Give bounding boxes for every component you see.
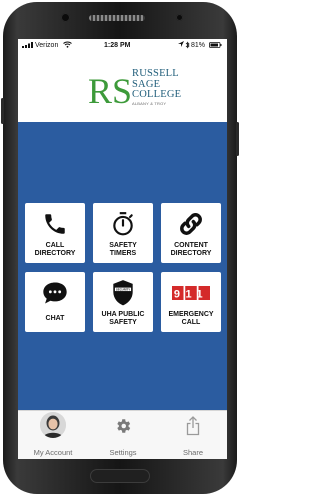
tab-label: My Account (33, 448, 73, 457)
chat-tile[interactable]: CHAT (25, 272, 85, 332)
phone-icon (25, 209, 85, 239)
proximity-sensor (176, 14, 183, 21)
signal-icon (22, 42, 34, 50)
stopwatch-icon (93, 209, 153, 239)
call-directory-tile[interactable]: CALL DIRECTORY (25, 203, 85, 263)
home-button[interactable] (90, 469, 150, 483)
bluetooth-icon (185, 41, 190, 51)
gear-icon (114, 417, 132, 440)
chat-bubble-icon (25, 278, 85, 308)
power-button (236, 122, 239, 156)
app-screen: Verizon 1:28 PM 81% RS RUSSELL SAGE COLL… (18, 39, 227, 459)
logo-monogram: RS (88, 71, 130, 107)
tile-label: CALL DIRECTORY (34, 242, 76, 257)
tab-settings[interactable]: Settings (88, 411, 158, 459)
main-panel: CALL DIRECTORY SAFETY TIMERS CONTENT DIRECT… (18, 122, 227, 410)
svg-text:911: 911 (174, 288, 208, 300)
content-directory-tile[interactable]: CONTENT DIRECTORY (161, 203, 221, 263)
tile-label: SAFETY TIMERS (109, 242, 137, 257)
clock: 1:28 PM (104, 42, 131, 49)
tab-bar: My Account Settings Share (18, 410, 227, 459)
college-logo: RS RUSSELL SAGE COLLEGE ALBANY & TROY (88, 67, 182, 111)
logo-tagline: ALBANY & TROY (132, 101, 167, 106)
phone-frame: Verizon 1:28 PM 81% RS RUSSELL SAGE COLL… (1, 2, 239, 494)
uha-public-safety-tile[interactable]: SECURITY UHA PUBLIC SAFETY (93, 272, 153, 332)
tile-label: CONTENT DIRECTORY (170, 242, 212, 257)
share-icon (186, 416, 200, 441)
911-icon: 911 (161, 278, 221, 308)
logo-wordmark: RUSSELL SAGE COLLEGE (132, 68, 182, 101)
location-icon (178, 41, 184, 50)
tab-label: Share (182, 448, 203, 457)
link-icon (161, 209, 221, 239)
safety-timers-tile[interactable]: SAFETY TIMERS (93, 203, 153, 263)
battery-percent: 81% (191, 42, 206, 49)
tile-label: UHA PUBLIC SAFETY (101, 311, 145, 326)
status-bar: Verizon 1:28 PM 81% (18, 39, 227, 53)
tab-share[interactable]: Share (158, 411, 227, 459)
battery-icon (209, 42, 222, 50)
avatar (40, 412, 66, 438)
wifi-icon (63, 41, 72, 50)
volume-button (1, 98, 4, 124)
logo-line-3: COLLEGE (132, 89, 182, 100)
front-camera (61, 13, 70, 22)
tab-label: Settings (109, 448, 137, 457)
rs-monogram: RS (88, 71, 130, 107)
emergency-call-tile[interactable]: 911 EMERGENCY CALL (161, 272, 221, 332)
logo-line-1: RUSSELL (132, 68, 179, 79)
carrier-label: Verizon (35, 42, 59, 49)
tab-my-account[interactable]: My Account (18, 411, 88, 459)
earpiece-speaker (89, 15, 145, 21)
svg-text:SECURITY: SECURITY (116, 287, 130, 291)
tile-label: CHAT (45, 315, 65, 322)
tile-label: EMERGENCY CALL (168, 311, 214, 326)
security-badge-icon: SECURITY (93, 278, 153, 308)
